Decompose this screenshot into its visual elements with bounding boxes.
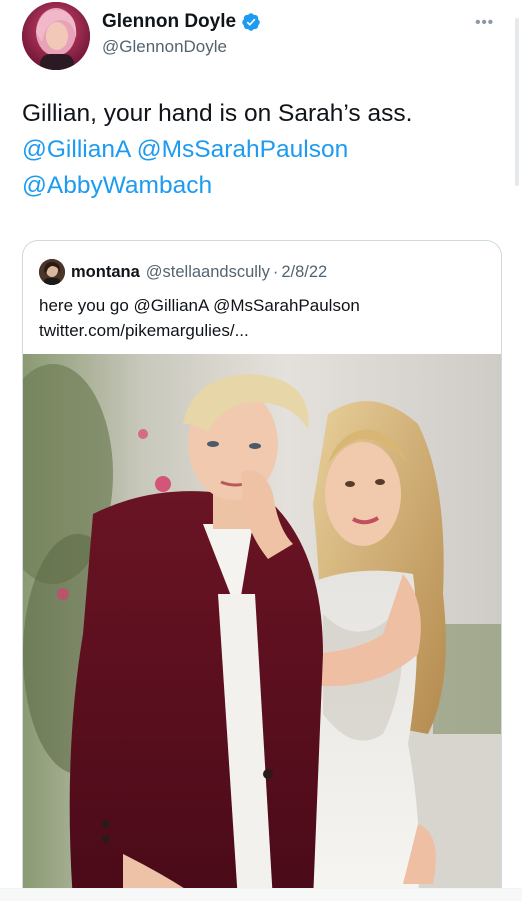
ellipsis-icon[interactable]: ••• xyxy=(475,14,494,31)
quoted-author-handle[interactable]: @stellaandscully xyxy=(146,263,270,282)
quoted-tweet-link[interactable]: twitter.com/pikemargulies/... xyxy=(39,318,489,343)
tweet-header: Glennon Doyle @GlennonDoyle ••• xyxy=(22,2,500,72)
quoted-author-display-name[interactable]: montana xyxy=(71,263,140,282)
quoted-tweet-header: montana @stellaandscully · 2/8/22 xyxy=(39,259,327,285)
quoted-author-avatar[interactable] xyxy=(39,259,65,285)
quoted-tweet-card[interactable]: montana @stellaandscully · 2/8/22 here y… xyxy=(22,240,502,901)
wedding-photo-image[interactable] xyxy=(23,354,501,901)
bottom-divider xyxy=(0,888,522,901)
author-display-name[interactable]: Glennon Doyle xyxy=(102,11,236,33)
tweet-text-line: Gillian, your hand is on Sarah’s ass. xyxy=(22,100,413,127)
verified-badge-icon xyxy=(242,13,260,31)
mention-link[interactable]: @AbbyWambach xyxy=(22,172,212,199)
author-avatar[interactable] xyxy=(22,2,90,70)
quoted-tweet-text: here you go @GillianA @MsSarahPaulson tw… xyxy=(39,293,489,343)
tweet-text: Gillian, your hand is on Sarah’s ass. @G… xyxy=(22,96,502,204)
quoted-tweet-line: here you go @GillianA @MsSarahPaulson xyxy=(39,296,360,315)
quoted-tweet-date[interactable]: 2/8/22 xyxy=(281,263,327,282)
author-handle[interactable]: @GlennonDoyle xyxy=(102,37,261,57)
mention-link[interactable]: @GillianA xyxy=(22,136,130,163)
mention-link[interactable]: @MsSarahPaulson xyxy=(137,136,348,163)
separator-dot: · xyxy=(272,262,279,281)
scrollbar[interactable] xyxy=(515,18,519,186)
